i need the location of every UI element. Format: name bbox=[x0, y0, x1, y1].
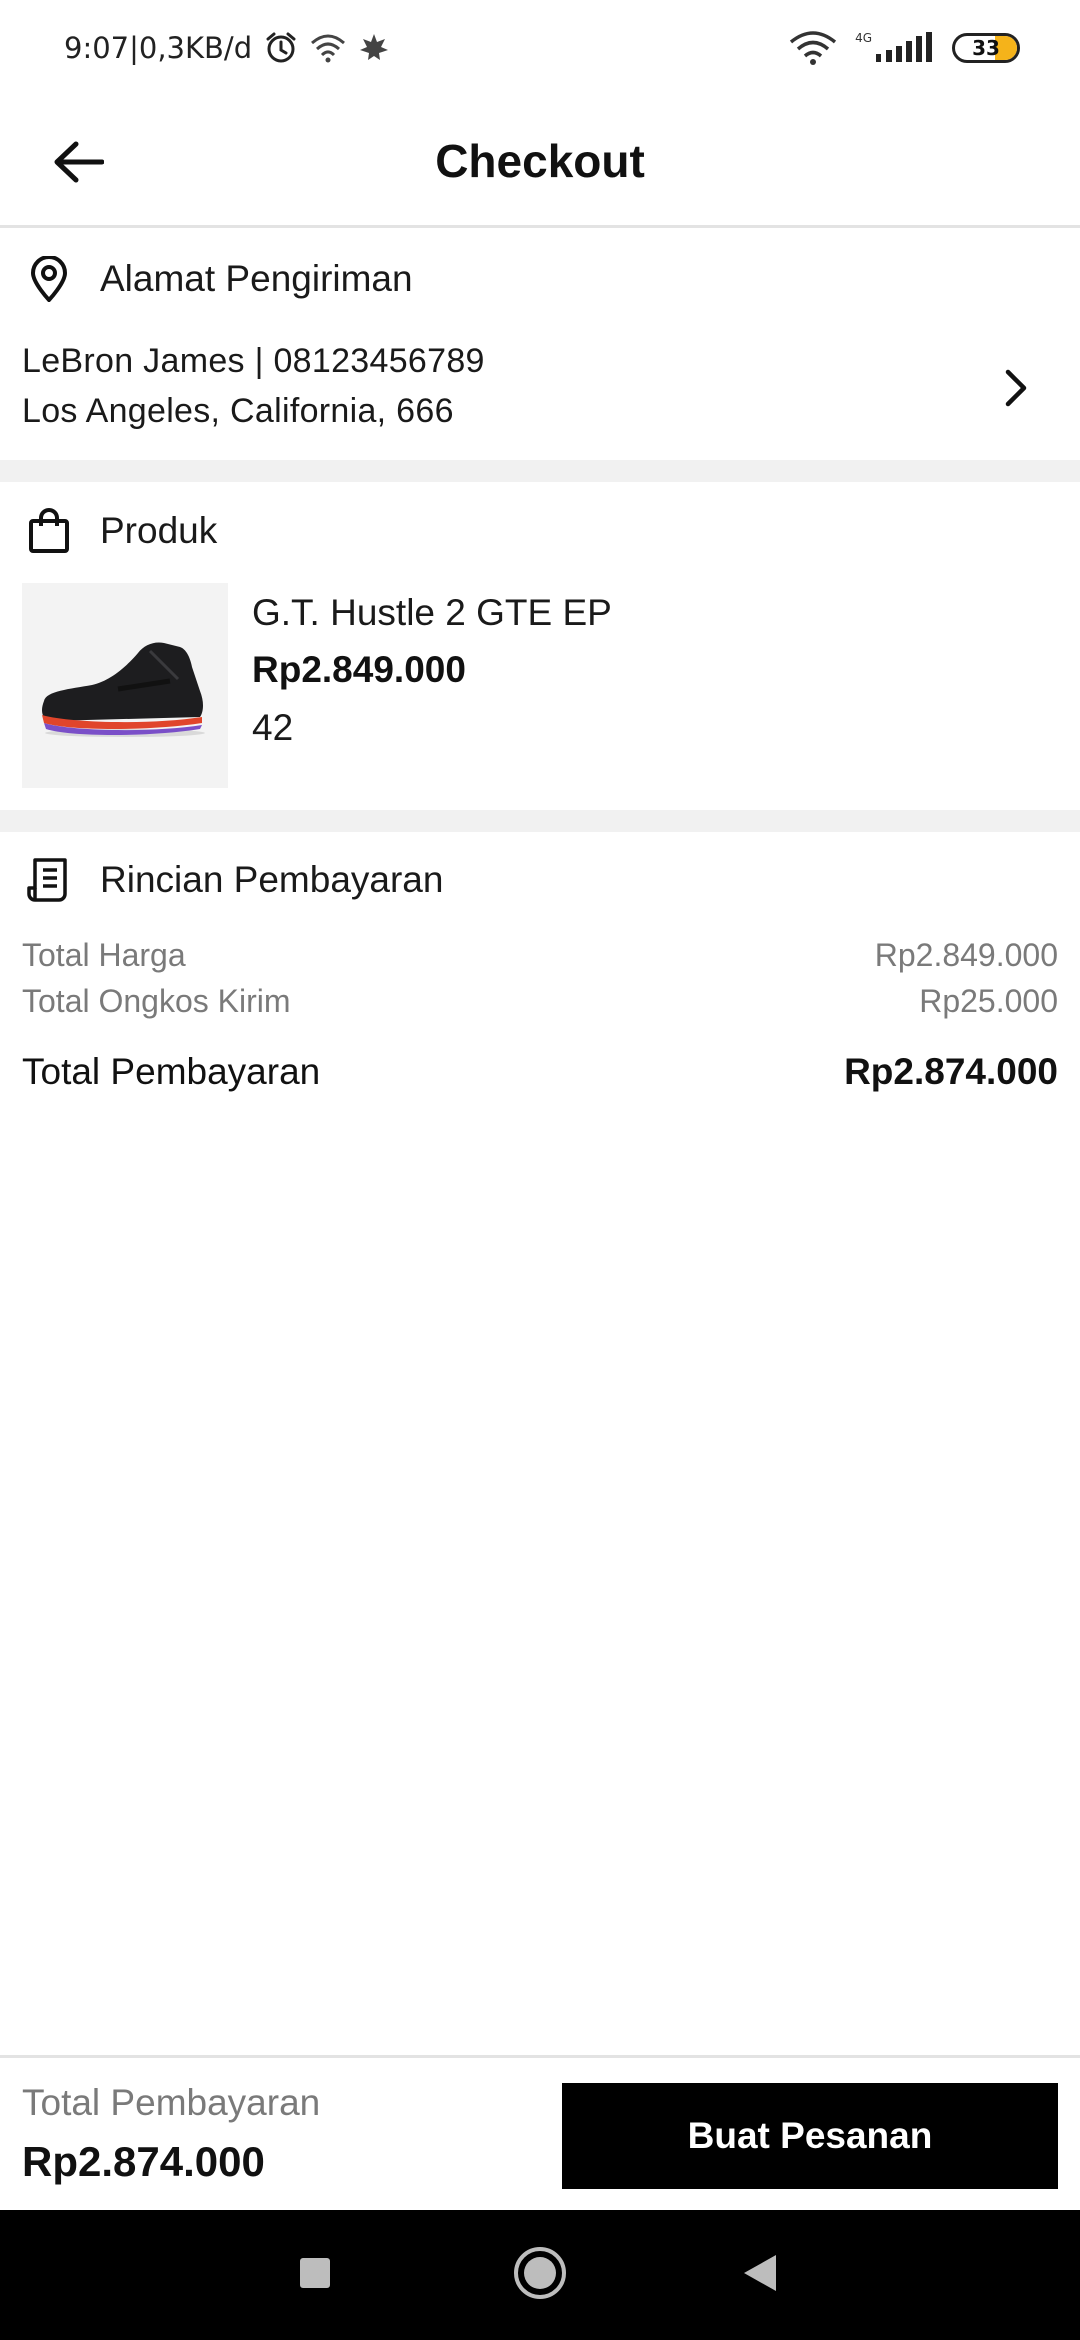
payment-rows: Total Harga Rp2.849.000 Total Ongkos Kir… bbox=[22, 932, 1058, 1100]
section-header: Produk bbox=[0, 491, 1080, 571]
status-time-speed: 9:07|0,3KB/d bbox=[64, 31, 253, 65]
product-item[interactable]: G.T. Hustle 2 GTE EP Rp2.849.000 42 bbox=[22, 583, 612, 788]
recents-square-icon bbox=[298, 2256, 332, 2295]
receipt-icon bbox=[24, 855, 74, 905]
status-right: 4G 33 bbox=[789, 30, 1020, 66]
payment-row-label: Total Harga bbox=[22, 937, 186, 973]
leaf-icon bbox=[358, 32, 390, 64]
section-header: Rincian Pembayaran bbox=[0, 840, 1080, 920]
section-title: Rincian Pembayaran bbox=[100, 859, 444, 900]
section-divider bbox=[0, 460, 1080, 482]
place-order-button[interactable]: Buat Pesanan bbox=[562, 2083, 1058, 2189]
wifi-icon bbox=[789, 30, 837, 66]
product-info: G.T. Hustle 2 GTE EP Rp2.849.000 42 bbox=[252, 583, 612, 788]
app-bar: Checkout bbox=[0, 96, 1080, 228]
section-divider bbox=[0, 810, 1080, 832]
home-button[interactable] bbox=[505, 2240, 575, 2310]
payment-total-value: Rp2.874.000 bbox=[844, 1051, 1058, 1092]
product-name: G.T. Hustle 2 GTE EP bbox=[252, 592, 612, 633]
payment-row-label: Total Ongkos Kirim bbox=[22, 983, 291, 1019]
payment-details-section: Rincian Pembayaran Total Harga Rp2.849.0… bbox=[0, 832, 1080, 1132]
battery-icon: 33 bbox=[952, 33, 1020, 63]
checkout-total-value: Rp2.874.000 bbox=[22, 2138, 265, 2185]
section-title: Alamat Pengiriman bbox=[100, 258, 413, 299]
section-title: Produk bbox=[100, 510, 218, 551]
back-button[interactable] bbox=[40, 126, 116, 202]
back-triangle-icon bbox=[742, 2253, 778, 2298]
payment-row-value: Rp25.000 bbox=[919, 983, 1058, 1019]
shoe-image bbox=[22, 583, 228, 788]
status-bar: 9:07|0,3KB/d 4G 33 bbox=[0, 0, 1080, 96]
recipient-location: Los Angeles, California, 666 bbox=[22, 392, 454, 430]
recipient-name-phone: LeBron James | 08123456789 bbox=[22, 342, 485, 380]
page-title: Checkout bbox=[435, 134, 645, 187]
payment-row-shipping: Total Ongkos Kirim Rp25.000 bbox=[22, 978, 1058, 1024]
payment-row-value: Rp2.849.000 bbox=[874, 937, 1058, 973]
system-nav-bar bbox=[0, 2210, 1080, 2340]
signal-icon bbox=[876, 32, 934, 64]
payment-row-item-total: Total Harga Rp2.849.000 bbox=[22, 932, 1058, 978]
shopping-bag-icon bbox=[24, 506, 74, 556]
location-pin-icon bbox=[24, 254, 74, 304]
checkout-bar: Total Pembayaran Rp2.874.000 Buat Pesana… bbox=[0, 2055, 1080, 2210]
recents-button[interactable] bbox=[280, 2240, 350, 2310]
battery-level: 33 bbox=[972, 36, 1000, 60]
chevron-right-icon bbox=[992, 358, 1040, 418]
product-price: Rp2.849.000 bbox=[252, 649, 466, 690]
product-size: 42 bbox=[252, 707, 294, 748]
payment-total-row: Total Pembayaran Rp2.874.000 bbox=[22, 1044, 1058, 1100]
section-header: Alamat Pengiriman bbox=[0, 239, 1080, 319]
payment-total-label: Total Pembayaran bbox=[22, 1051, 321, 1092]
wifi-icon bbox=[310, 33, 346, 63]
status-left: 9:07|0,3KB/d bbox=[64, 31, 390, 65]
network-type-label: 4G bbox=[855, 31, 872, 45]
arrow-left-icon bbox=[52, 140, 105, 189]
address-row[interactable]: LeBron James | 08123456789 Los Angeles, … bbox=[22, 336, 1080, 446]
back-nav-button[interactable] bbox=[725, 2240, 795, 2310]
shipping-address-section: Alamat Pengiriman LeBron James | 0812345… bbox=[0, 231, 1080, 460]
alarm-icon bbox=[264, 31, 298, 65]
checkout-total-label: Total Pembayaran bbox=[22, 2082, 321, 2123]
home-circle-icon bbox=[512, 2245, 568, 2306]
product-section: Produk G.T. Hustle 2 GTE EP Rp2.849.000 … bbox=[0, 483, 1080, 810]
